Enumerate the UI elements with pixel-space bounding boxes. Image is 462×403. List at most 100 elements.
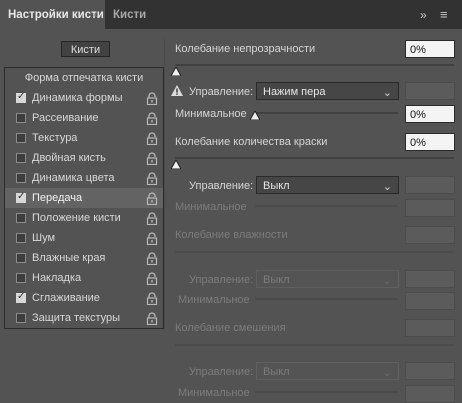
lock-icon[interactable] [146, 272, 158, 286]
mix-minimum-slider-track [255, 391, 398, 393]
opacity-control-dropdown[interactable]: Нажим пера ⌄ [256, 82, 399, 100]
opacity-control-value: Нажим пера [263, 86, 326, 98]
wetness-control-label: Управление: [189, 274, 254, 286]
opacity-control-label: Управление: [189, 86, 254, 98]
tab-brush-settings[interactable]: Настройки кисти [0, 0, 105, 29]
brush-option-label: Сглаживание [32, 292, 100, 304]
mix-control-fade-field [405, 362, 455, 380]
lock-icon[interactable] [146, 172, 158, 186]
lock-icon[interactable] [146, 132, 158, 146]
brushes-button[interactable]: Кисти [61, 41, 110, 57]
flow-control-fade-field [405, 176, 455, 194]
panel-menu-icon[interactable]: ≡ [440, 0, 448, 29]
opacity-jitter-slider-track[interactable] [175, 64, 454, 66]
brush-option-label: Положение кисти [32, 212, 121, 224]
wetness-minimum-value [405, 292, 455, 310]
mix-jitter-value [405, 319, 455, 337]
lock-icon[interactable] [146, 152, 158, 166]
collapse-panel-icon[interactable]: » [420, 0, 427, 29]
close-icon[interactable]: × [92, 0, 106, 29]
brush-option-label: Двойная кисть [32, 152, 106, 164]
brush-option-checkbox[interactable] [16, 313, 26, 323]
panel-tab-bar: Настройки кисти × Кисти » ≡ [0, 0, 462, 29]
chevron-down-icon: ⌄ [382, 181, 392, 193]
flow-minimum-label: Минимальное [175, 201, 247, 213]
mix-control-dropdown: Выкл ⌄ [256, 362, 399, 380]
brush-option-checkbox[interactable] [16, 253, 26, 263]
brush-option-checkbox[interactable] [16, 291, 26, 303]
lock-icon[interactable] [146, 92, 158, 106]
brush-option-item[interactable]: Динамика формы [5, 88, 163, 108]
brush-option-checkbox[interactable] [16, 91, 26, 103]
brush-option-item[interactable]: Накладка [5, 268, 163, 288]
wetness-minimum-label: Минимальное [178, 294, 250, 306]
mix-minimum-value [405, 385, 455, 403]
brush-option-checkbox[interactable] [16, 113, 26, 123]
lock-icon[interactable] [146, 232, 158, 246]
brush-option-checkbox[interactable] [16, 273, 26, 283]
lock-icon[interactable] [146, 312, 158, 326]
opacity-minimum-label: Минимальное [175, 108, 247, 120]
lock-icon[interactable] [146, 192, 158, 206]
brush-option-item[interactable]: Рассеивание [5, 108, 163, 128]
flow-control-label: Управление: [189, 180, 254, 192]
brush-tip-shape-item[interactable]: Форма отпечатка кисти [5, 68, 163, 88]
brush-option-checkbox[interactable] [16, 153, 26, 163]
lock-icon[interactable] [146, 212, 158, 226]
flow-control-value: Выкл [263, 180, 290, 192]
brush-option-item[interactable]: Двойная кисть [5, 148, 163, 168]
flow-minimum-slider-track [255, 205, 398, 207]
lock-icon[interactable] [146, 292, 158, 306]
flow-control-dropdown[interactable]: Выкл ⌄ [256, 176, 399, 194]
tab-brushes[interactable]: Кисти [105, 0, 155, 29]
opacity-minimum-slider-track[interactable] [255, 112, 398, 114]
opacity-jitter-value[interactable]: 0% [405, 40, 455, 58]
opacity-minimum-value[interactable]: 0% [405, 105, 455, 123]
mix-control-value: Выкл [263, 366, 290, 378]
brush-option-checkbox[interactable] [16, 191, 26, 203]
chevron-down-icon: ⌄ [382, 367, 392, 379]
chevron-down-icon: ⌄ [382, 87, 392, 99]
brush-option-label: Передача [32, 192, 83, 204]
wetness-minimum-slider-track [255, 298, 398, 300]
brush-option-item[interactable]: Текстура [5, 128, 163, 148]
brush-option-checkbox[interactable] [16, 233, 26, 243]
brush-option-label: Динамика цвета [32, 172, 115, 184]
flow-minimum-value [405, 199, 455, 217]
wetness-control-fade-field [405, 270, 455, 288]
brush-option-item[interactable]: Сглаживание [5, 288, 163, 308]
brush-option-checkbox[interactable] [16, 133, 26, 143]
brush-option-item[interactable]: Защита текстуры [5, 308, 163, 328]
brush-option-checkbox[interactable] [16, 213, 26, 223]
brush-options-list: Форма отпечатка кисти Динамика формы Расс… [4, 67, 164, 329]
opacity-control-fade-field [405, 82, 455, 100]
mix-jitter-slider-track [175, 344, 454, 346]
wetness-control-value: Выкл [263, 274, 290, 286]
panel-divider [164, 39, 165, 329]
wetness-jitter-label: Колебание влажности [175, 229, 288, 241]
lock-icon[interactable] [146, 112, 158, 126]
opacity-jitter-label: Колебание непрозрачности [175, 43, 316, 55]
brush-option-item[interactable]: Динамика цвета [5, 168, 163, 188]
warning-icon [171, 85, 183, 96]
brush-option-item[interactable]: Шум [5, 228, 163, 248]
brush-option-label: Динамика формы [32, 92, 123, 104]
brush-option-item[interactable]: Передача [5, 188, 163, 208]
flow-jitter-slider-track[interactable] [175, 157, 454, 159]
flow-jitter-label: Колебание количества краски [175, 136, 328, 148]
lock-icon[interactable] [146, 252, 158, 266]
flow-jitter-value[interactable]: 0% [405, 133, 455, 151]
mix-jitter-label: Колебание смешения [175, 322, 286, 334]
wetness-jitter-value [405, 226, 455, 244]
flow-jitter-slider-thumb[interactable] [171, 160, 181, 169]
brush-option-checkbox[interactable] [16, 173, 26, 183]
brush-option-label: Шум [32, 232, 56, 244]
wetness-jitter-slider-track [175, 251, 454, 253]
brush-option-label: Влажные края [32, 252, 106, 264]
brush-option-label: Защита текстуры [32, 312, 121, 324]
mix-minimum-label: Минимальное [178, 387, 250, 399]
brush-option-item[interactable]: Положение кисти [5, 208, 163, 228]
brush-option-item[interactable]: Влажные края [5, 248, 163, 268]
opacity-jitter-slider-thumb[interactable] [171, 67, 181, 76]
opacity-minimum-slider-thumb[interactable] [250, 111, 260, 120]
